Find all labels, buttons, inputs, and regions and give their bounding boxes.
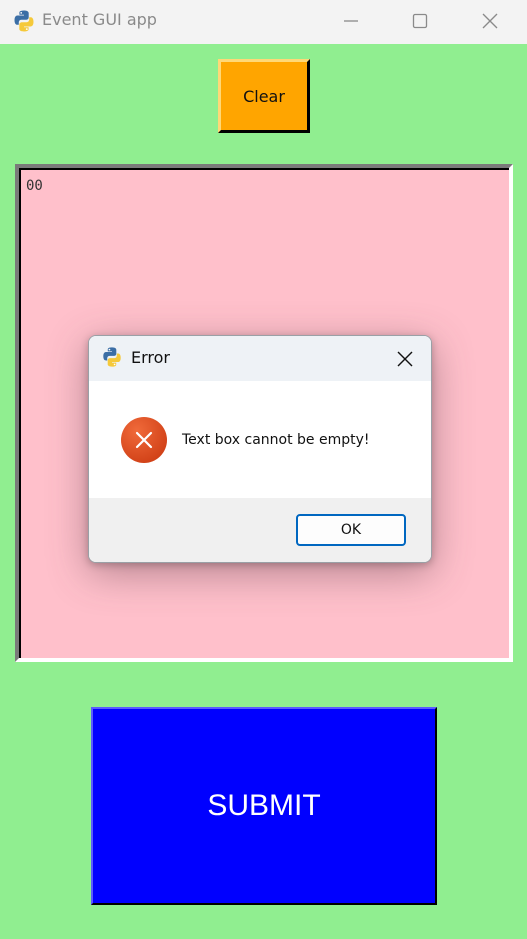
python-icon	[101, 346, 123, 368]
dialog-titlebar[interactable]: Error	[89, 336, 431, 381]
python-icon	[12, 9, 36, 33]
dialog-footer: OK	[89, 498, 431, 562]
dialog-title: Error	[131, 348, 170, 367]
close-icon	[397, 351, 413, 367]
minimize-button[interactable]	[328, 0, 374, 44]
maximize-button[interactable]	[397, 0, 443, 44]
dialog-message: Text box cannot be empty!	[182, 432, 370, 448]
dialog-body: Text box cannot be empty!	[89, 381, 431, 498]
minimize-icon	[344, 20, 358, 22]
error-icon	[121, 417, 167, 463]
dialog-close-button[interactable]	[385, 340, 425, 378]
ok-button[interactable]: OK	[296, 514, 406, 546]
error-dialog: Error Text box cannot be empty! OK	[88, 335, 432, 563]
submit-button[interactable]: SUBMIT	[91, 707, 437, 905]
window-title: Event GUI app	[42, 10, 157, 29]
text-box-value: 00	[26, 178, 43, 194]
close-icon	[482, 13, 498, 29]
window-titlebar[interactable]: Event GUI app	[0, 0, 527, 44]
maximize-icon	[412, 13, 428, 29]
clear-button[interactable]: Clear	[218, 59, 310, 133]
close-button[interactable]	[467, 0, 513, 44]
